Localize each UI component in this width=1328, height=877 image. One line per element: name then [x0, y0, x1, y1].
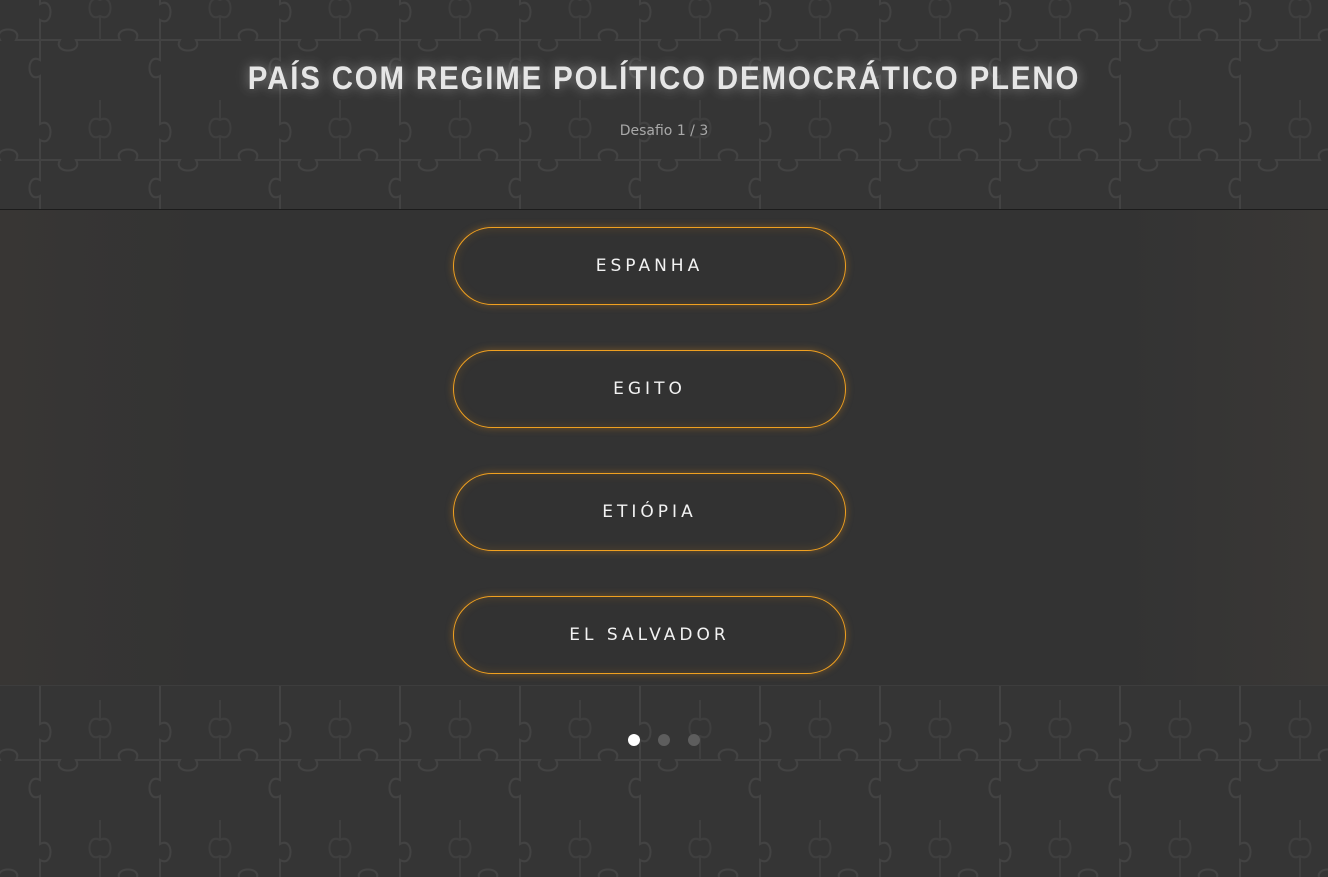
answer-option-egito[interactable]: EGITO: [453, 350, 846, 428]
challenge-progress: Desafio 1 / 3: [619, 123, 709, 139]
answer-option-label: EL SALVADOR: [569, 625, 730, 645]
answer-option-label: EGITO: [613, 379, 686, 399]
answer-option-el-salvador[interactable]: EL SALVADOR: [453, 596, 846, 674]
answer-option-label: ETIÓPIA: [602, 502, 697, 522]
answer-options: ESPANHA EGITO ETIÓPIA EL SALVADOR: [453, 227, 846, 719]
pagination-dot-3[interactable]: [688, 734, 700, 746]
answer-option-etiopia[interactable]: ETIÓPIA: [453, 473, 846, 551]
answer-option-label: ESPANHA: [595, 256, 704, 276]
answer-panel: ESPANHA EGITO ETIÓPIA EL SALVADOR: [0, 209, 1328, 686]
pagination-dots: [0, 734, 1328, 746]
answer-option-espanha[interactable]: ESPANHA: [453, 227, 846, 305]
question-header: PAÍS COM REGIME POLÍTICO DEMOCRÁTICO PLE…: [0, 0, 1328, 209]
question-title: PAÍS COM REGIME POLÍTICO DEMOCRÁTICO PLE…: [247, 60, 1081, 96]
pagination-dot-2[interactable]: [658, 734, 670, 746]
pagination-dot-1[interactable]: [628, 734, 640, 746]
